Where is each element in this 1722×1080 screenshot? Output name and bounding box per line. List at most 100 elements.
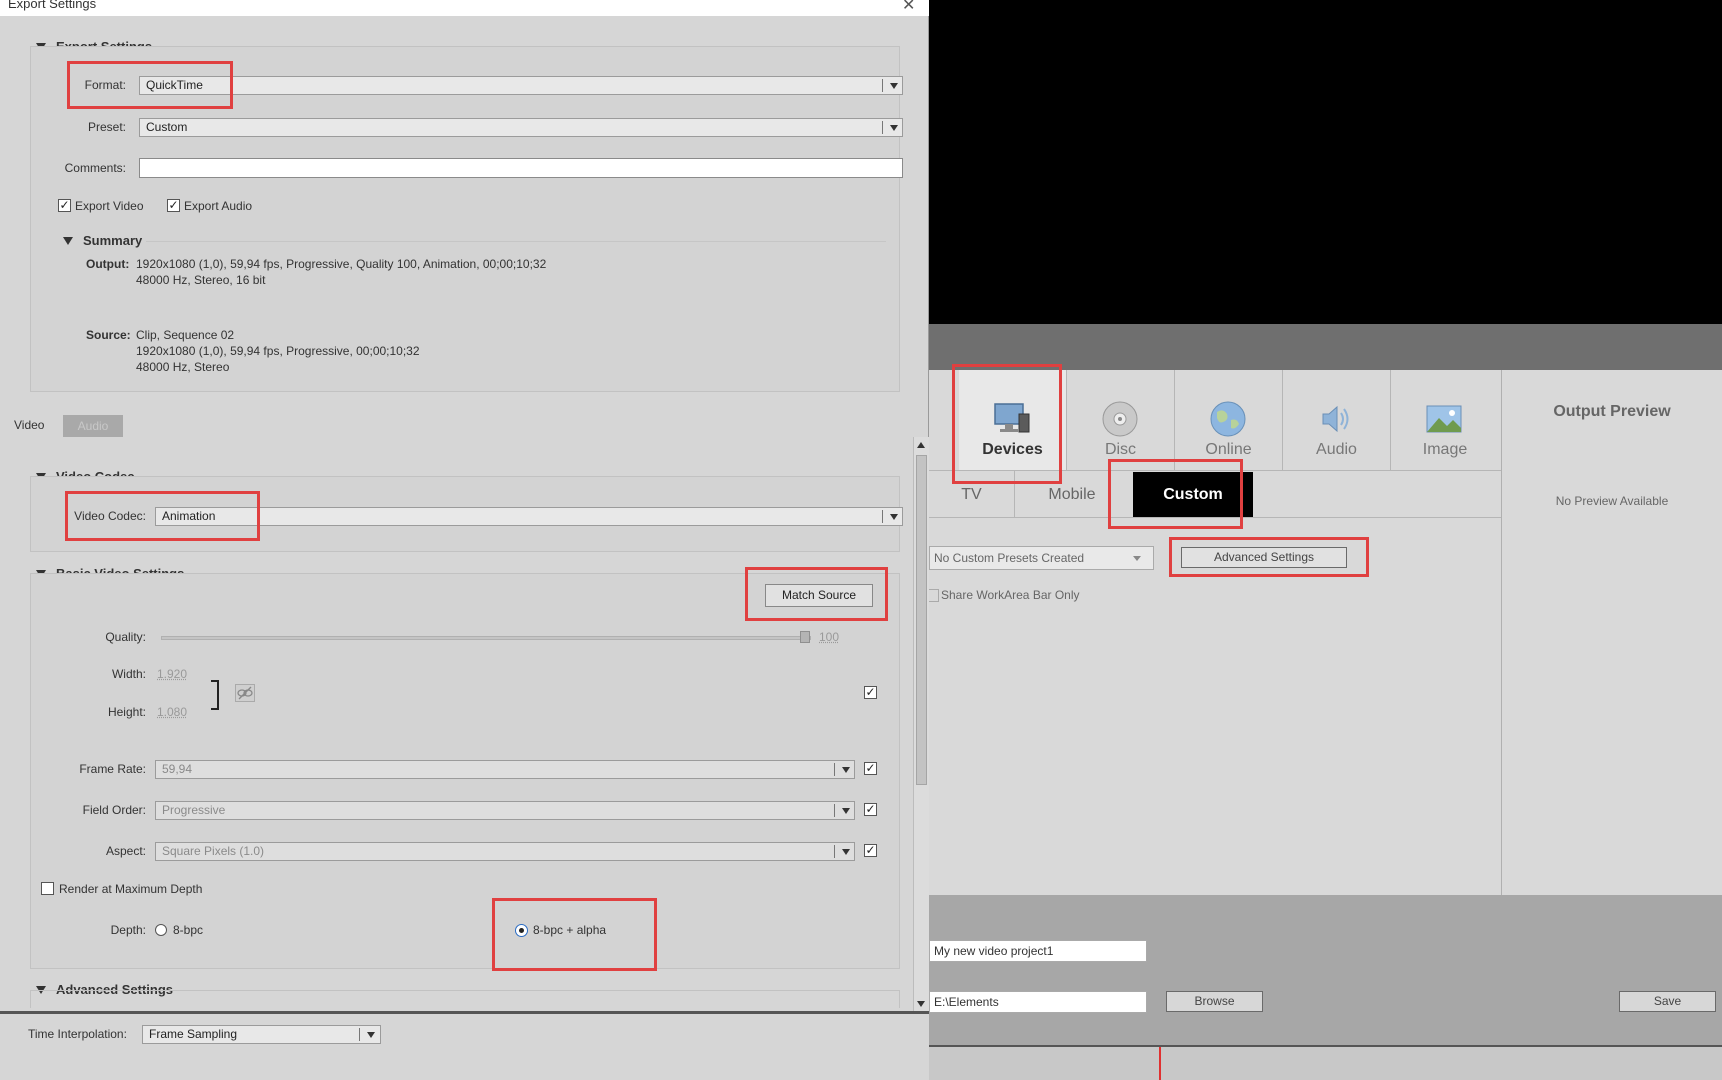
dropdown-separator xyxy=(882,510,883,523)
export-video-checkbox[interactable]: ✓ xyxy=(58,199,71,212)
video-codec-value: Animation xyxy=(162,509,215,523)
quality-value[interactable]: 100 xyxy=(819,630,839,644)
output-line-2: 48000 Hz, Stereo, 16 bit xyxy=(136,273,265,287)
scroll-up-icon[interactable] xyxy=(917,442,925,448)
field-order-dropdown[interactable]: Progressive xyxy=(155,801,855,820)
summary-heading: Summary xyxy=(83,233,142,248)
file-name-input[interactable]: My new video project1 xyxy=(929,940,1147,962)
export-audio-label: Export Audio xyxy=(184,199,252,213)
category-label: Devices xyxy=(959,441,1066,459)
format-dropdown[interactable]: QuickTime xyxy=(139,76,903,95)
advanced-settings-button[interactable]: Advanced Settings xyxy=(1181,547,1347,568)
tab-video[interactable]: Video xyxy=(14,418,44,432)
scroll-thumb[interactable] xyxy=(916,455,927,785)
chevron-down-icon xyxy=(890,125,898,131)
width-value[interactable]: 1.920 xyxy=(157,667,187,681)
format-value: QuickTime xyxy=(146,78,203,92)
disc-icon xyxy=(1101,400,1139,438)
video-codec-dropdown[interactable]: Animation xyxy=(155,507,903,526)
time-interpolation-value: Frame Sampling xyxy=(149,1027,237,1041)
quality-slider-track[interactable] xyxy=(161,636,811,640)
depth-8bpc-alpha-radio[interactable] xyxy=(515,924,528,937)
playhead-marker[interactable] xyxy=(1159,1047,1161,1080)
speaker-icon xyxy=(1317,400,1355,438)
video-codec-group: Video Codec: Animation xyxy=(30,476,900,552)
export-video-label: Export Video xyxy=(75,199,144,213)
save-path-input[interactable]: E:\Elements xyxy=(929,991,1147,1013)
frame-rate-checkbox[interactable]: ✓ xyxy=(864,762,877,775)
dropdown-separator xyxy=(882,79,883,92)
field-order-checkbox[interactable]: ✓ xyxy=(864,803,877,816)
export-audio-checkbox[interactable]: ✓ xyxy=(167,199,180,212)
depth-8bpc-radio[interactable] xyxy=(155,924,167,936)
output-label: Output: xyxy=(86,257,129,271)
preset-dropdown[interactable]: Custom xyxy=(139,118,903,137)
share-workarea-checkbox[interactable] xyxy=(929,589,939,602)
source-line-1: Clip, Sequence 02 xyxy=(136,328,234,342)
close-icon[interactable]: ✕ xyxy=(902,0,915,15)
subtab-custom[interactable]: Custom xyxy=(1133,472,1253,517)
frame-rate-dropdown[interactable]: 59,94 xyxy=(155,760,855,779)
chain-unlink-icon[interactable] xyxy=(235,684,255,702)
category-image[interactable]: Image xyxy=(1391,370,1499,470)
aspect-checkbox[interactable]: ✓ xyxy=(864,844,877,857)
radio-dot xyxy=(519,928,524,933)
collapse-triangle-icon[interactable] xyxy=(63,237,73,245)
field-order-value: Progressive xyxy=(162,803,225,817)
image-icon xyxy=(1425,400,1463,438)
dialog-titlebar: Export Settings ✕ xyxy=(0,0,929,16)
resize-checkbox[interactable]: ✓ xyxy=(864,686,877,699)
frame-rate-label: Frame Rate: xyxy=(51,762,146,776)
subtab-label: Mobile xyxy=(1048,486,1095,503)
aspect-value: Square Pixels (1.0) xyxy=(162,844,264,858)
monitor-icon xyxy=(993,400,1031,438)
comments-input[interactable] xyxy=(139,158,903,178)
sub-tab-bar: TV Mobile Custom xyxy=(929,470,1501,518)
dropdown-separator xyxy=(834,804,835,817)
save-button[interactable]: Save xyxy=(1619,991,1716,1012)
time-interpolation-label: Time Interpolation: xyxy=(28,1027,127,1041)
category-online[interactable]: Online xyxy=(1175,370,1283,470)
comments-label: Comments: xyxy=(51,161,126,175)
chevron-down-icon xyxy=(842,849,850,855)
height-value[interactable]: 1.080 xyxy=(157,705,187,719)
chevron-down-icon xyxy=(842,767,850,773)
quality-slider-thumb[interactable] xyxy=(800,631,810,643)
match-source-button[interactable]: Match Source xyxy=(765,584,873,607)
category-devices[interactable]: Devices xyxy=(959,370,1067,470)
dropdown-separator xyxy=(882,121,883,134)
advanced-settings-group xyxy=(30,990,900,1008)
output-line-1: 1920x1080 (1,0), 59,94 fps, Progressive,… xyxy=(136,257,546,271)
export-settings-dialog: Export Settings ✕ Export Settings Format… xyxy=(0,0,929,1080)
share-workarea-label: Share WorkArea Bar Only xyxy=(941,588,1080,602)
quality-label: Quality: xyxy=(51,630,146,644)
time-interpolation-dropdown[interactable]: Frame Sampling xyxy=(142,1025,381,1044)
subtab-tv[interactable]: TV xyxy=(929,471,1015,518)
source-line-3: 48000 Hz, Stereo xyxy=(136,360,229,374)
category-label: Disc xyxy=(1067,441,1174,459)
tab-audio[interactable]: Audio xyxy=(63,415,123,437)
link-bracket xyxy=(211,680,219,710)
dialog-footer: Time Interpolation: Frame Sampling xyxy=(0,1011,929,1080)
custom-presets-dropdown[interactable]: No Custom Presets Created xyxy=(929,546,1154,570)
aspect-dropdown[interactable]: Square Pixels (1.0) xyxy=(155,842,855,861)
output-preview-panel: Output Preview No Preview Available xyxy=(1501,370,1722,895)
subtab-mobile[interactable]: Mobile xyxy=(1015,471,1129,518)
export-settings-group: Format: QuickTime Preset: Custom Comment… xyxy=(30,46,900,392)
settings-scrollbar[interactable] xyxy=(913,437,929,1011)
source-label: Source: xyxy=(86,328,131,342)
scroll-down-icon[interactable] xyxy=(917,1001,925,1007)
height-label: Height: xyxy=(51,705,146,719)
match-source-label: Match Source xyxy=(782,588,856,602)
browse-button[interactable]: Browse xyxy=(1166,991,1263,1012)
chevron-down-icon xyxy=(890,514,898,520)
dialog-title: Export Settings xyxy=(8,0,96,11)
aspect-label: Aspect: xyxy=(51,844,146,858)
save-label: Save xyxy=(1654,994,1681,1008)
export-main-panel: Devices Disc Online Audio Image TV Mobil… xyxy=(929,370,1722,895)
premiere-elements-export-window: Devices Disc Online Audio Image TV Mobil… xyxy=(929,0,1722,1080)
category-audio[interactable]: Audio xyxy=(1283,370,1391,470)
category-disc[interactable]: Disc xyxy=(1067,370,1175,470)
render-max-depth-checkbox[interactable] xyxy=(41,882,54,895)
width-label: Width: xyxy=(51,667,146,681)
